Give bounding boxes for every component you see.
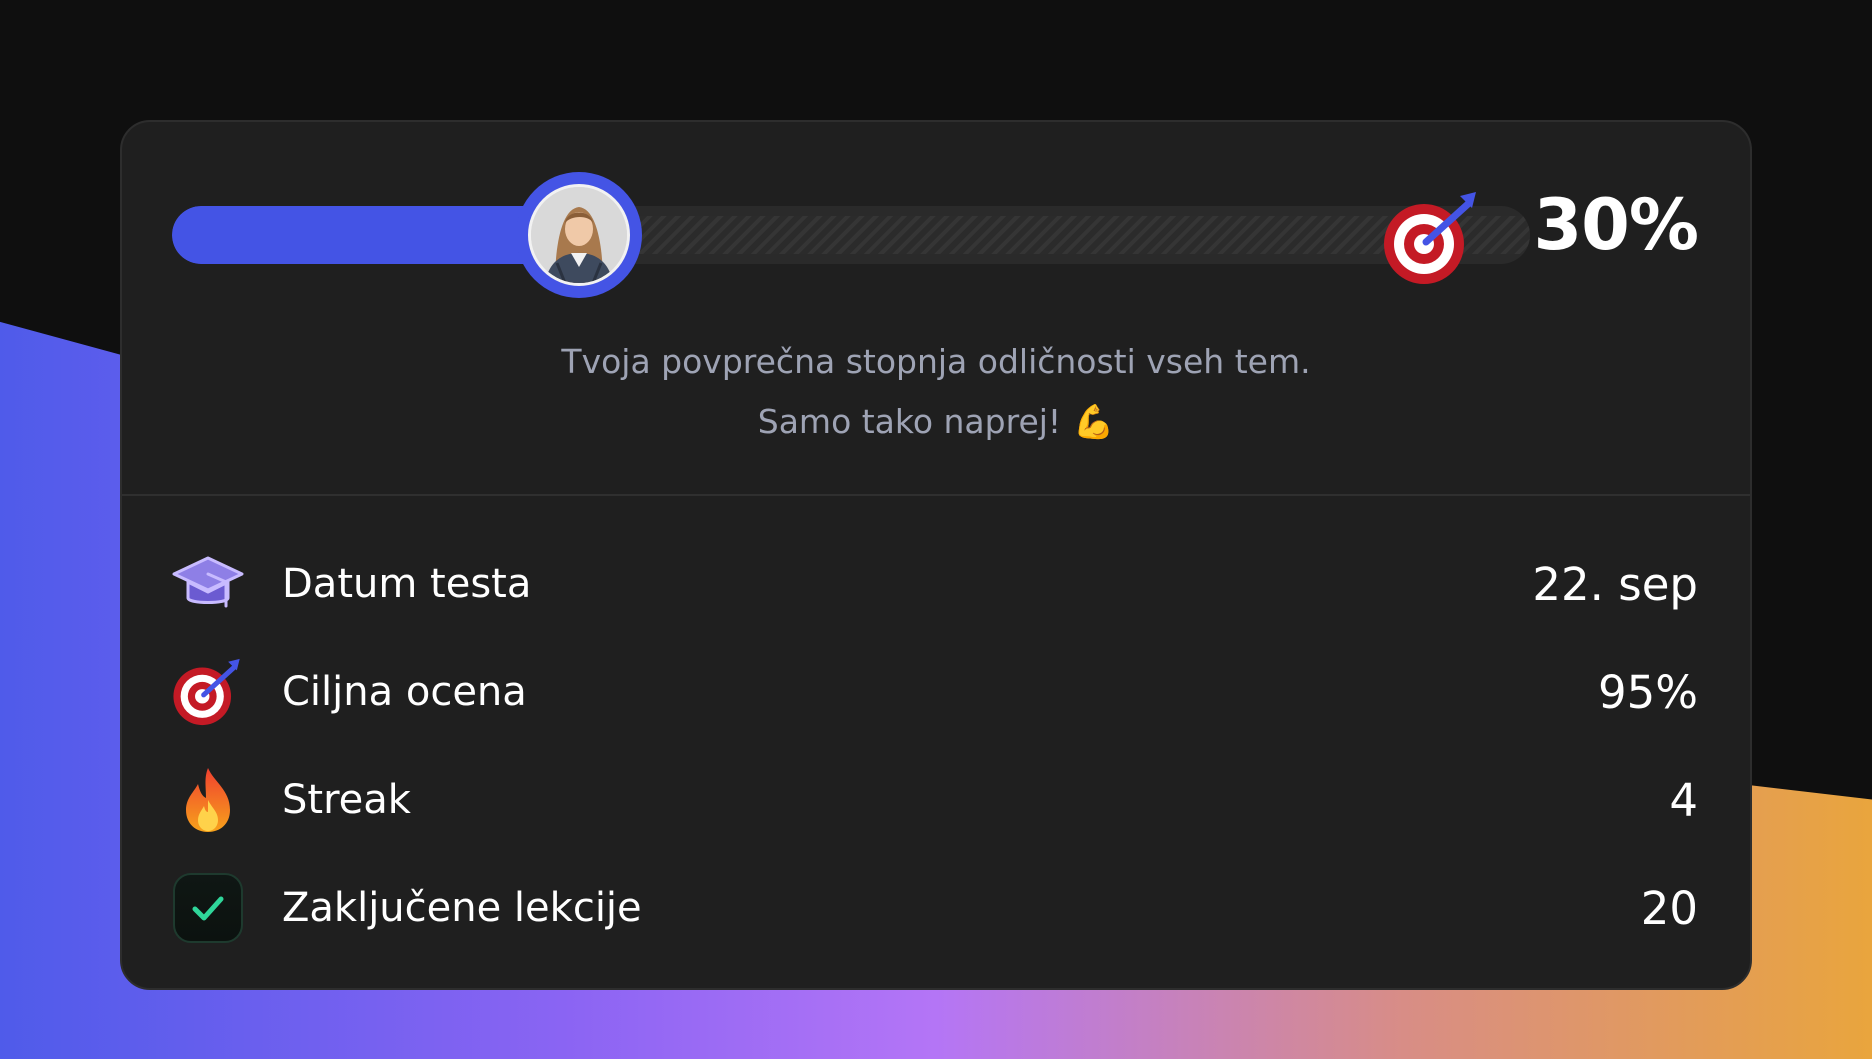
stat-row-target-grade: Ciljna ocena 95% xyxy=(172,638,1698,746)
checkmark-icon-wrap xyxy=(172,872,244,944)
avatar-marker xyxy=(516,172,643,298)
progress-description: Tvoja povprečna stopnja odličnosti vseh … xyxy=(122,332,1750,452)
graduation-cap-icon xyxy=(172,548,244,620)
target-icon xyxy=(1384,192,1476,284)
description-line-1: Tvoja povprečna stopnja odličnosti vseh … xyxy=(561,342,1311,381)
flexed-biceps-icon: 💪 xyxy=(1073,402,1115,441)
stat-value: 20 xyxy=(1640,881,1698,935)
avatar-photo xyxy=(531,187,628,283)
stat-label: Streak xyxy=(282,777,411,823)
stats-list: Datum testa 22. sep Ciljna ocena 95% Str… xyxy=(172,530,1698,962)
stat-value: 22. sep xyxy=(1532,557,1698,611)
target-icon xyxy=(172,656,244,728)
checkmark-icon xyxy=(173,873,243,943)
stat-value: 95% xyxy=(1597,665,1698,719)
encouragement-text: Samo tako naprej! xyxy=(757,402,1062,441)
stat-row-completed-lessons: Zaključene lekcije 20 xyxy=(172,854,1698,962)
progress-section: 30% Tvoja povprečna stopnja odličnosti v… xyxy=(122,122,1750,494)
description-line-2: Samo tako naprej! 💪 xyxy=(758,392,1115,452)
stat-value: 4 xyxy=(1669,773,1698,827)
progress-card: 30% Tvoja povprečna stopnja odličnosti v… xyxy=(120,120,1752,990)
avatar xyxy=(528,184,631,286)
stat-row-streak: Streak 4 xyxy=(172,746,1698,854)
stat-label: Zaključene lekcije xyxy=(282,885,642,931)
fire-icon xyxy=(172,764,244,836)
divider xyxy=(122,494,1750,496)
progress-percent: 30% xyxy=(1533,184,1699,266)
progress-track xyxy=(172,206,1530,264)
stat-row-test-date: Datum testa 22. sep xyxy=(172,530,1698,638)
stat-label: Ciljna ocena xyxy=(282,669,527,715)
stat-label: Datum testa xyxy=(282,561,532,607)
